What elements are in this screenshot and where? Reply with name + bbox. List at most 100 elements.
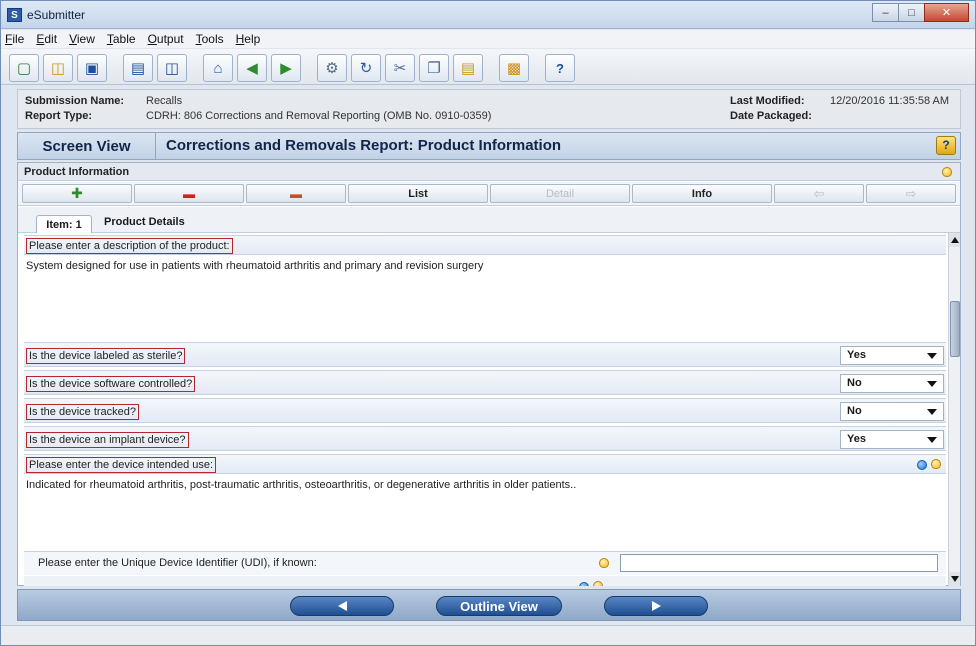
menu-tools[interactable]: Tools xyxy=(196,32,224,46)
eraser-icon: ▬ xyxy=(290,186,302,201)
menu-table[interactable]: Table xyxy=(107,32,136,46)
window-controls: – □ ✕ xyxy=(872,3,969,22)
previous-item-button[interactable]: ⇦ xyxy=(774,184,864,203)
settings-button[interactable]: ⚙ xyxy=(317,54,347,82)
item-title: Product Details xyxy=(104,216,185,228)
help-button[interactable]: ? xyxy=(545,54,575,82)
intended-use-answer[interactable]: Indicated for rheumatoid arthritis, post… xyxy=(26,479,576,491)
copy-icon: ❐ xyxy=(427,59,441,77)
question-label: Please enter the Unique Device Identifie… xyxy=(38,557,317,569)
question-description: Please enter a description of the produc… xyxy=(24,235,946,255)
item-bar: Item: 1 Product Details xyxy=(18,207,960,233)
refresh-icon: ↻ xyxy=(359,59,373,77)
section-header: Product Information xyxy=(18,163,960,181)
add-record-button[interactable]: ✚ xyxy=(22,184,132,203)
chevron-down-icon xyxy=(927,381,937,387)
package-button[interactable]: ▩ xyxy=(499,54,529,82)
select-value: No xyxy=(847,405,862,417)
submission-info: Submission Name: Recalls Report Type: CD… xyxy=(17,89,961,129)
menu-output[interactable]: Output xyxy=(148,32,184,46)
scroll-up-arrow-icon[interactable] xyxy=(949,233,960,247)
cut-button[interactable]: ✂ xyxy=(385,54,415,82)
scroll-down-arrow-icon[interactable] xyxy=(949,572,960,586)
menu-bar: File Edit View Table Output Tools Help xyxy=(1,30,975,48)
info-icon[interactable] xyxy=(579,582,589,586)
next-item-button[interactable]: ⇨ xyxy=(866,184,956,203)
question-label: Is the device tracked? xyxy=(26,404,140,420)
screen-view-button[interactable]: ▤ xyxy=(123,54,153,82)
item-tab[interactable]: Item: 1 xyxy=(36,215,92,233)
open-folder-button[interactable]: ◫ xyxy=(43,54,73,82)
tracked-select[interactable]: No xyxy=(840,402,944,421)
question-tracked: Is the device tracked? No xyxy=(24,398,946,423)
paste-button[interactable]: ▤ xyxy=(453,54,483,82)
new-document-button[interactable]: ▢ xyxy=(9,54,39,82)
next-page-button[interactable] xyxy=(604,596,708,616)
info-icon[interactable] xyxy=(917,460,927,470)
add-icon: ✚ xyxy=(71,185,83,201)
forward-button[interactable]: ▶ xyxy=(271,54,301,82)
list-button[interactable]: List xyxy=(348,184,488,203)
remove-icon: ▬ xyxy=(183,186,195,201)
save-button[interactable]: ▣ xyxy=(77,54,107,82)
help-icon: ? xyxy=(556,60,564,76)
software-select[interactable]: No xyxy=(840,374,944,393)
screen-view-icon: ▤ xyxy=(130,59,146,77)
udi-input[interactable] xyxy=(620,554,938,572)
save-icon: ▣ xyxy=(84,59,100,77)
split-view-icon: ◫ xyxy=(164,59,180,77)
chevron-down-icon xyxy=(927,353,937,359)
question-implant: Is the device an implant device? Yes xyxy=(24,426,946,451)
split-view-button[interactable]: ◫ xyxy=(157,54,187,82)
sterile-select[interactable]: Yes xyxy=(840,346,944,365)
question-sterile: Is the device labeled as sterile? Yes xyxy=(24,342,946,367)
new-document-icon: ▢ xyxy=(16,59,32,77)
menu-view[interactable]: View xyxy=(69,32,95,46)
remove-record-button[interactable]: ▬ xyxy=(134,184,244,203)
prev-arrow-icon: ⇦ xyxy=(813,185,825,201)
question-udi: Please enter the Unique Device Identifie… xyxy=(24,551,946,575)
home-icon: ⌂ xyxy=(213,59,223,77)
maximize-button[interactable]: □ xyxy=(898,3,925,22)
detail-button[interactable]: Detail xyxy=(490,184,630,203)
select-value: Yes xyxy=(847,433,866,445)
status-bar xyxy=(1,625,975,645)
refresh-button[interactable]: ↻ xyxy=(351,54,381,82)
cut-icon: ✂ xyxy=(393,59,407,77)
chevron-down-icon xyxy=(927,437,937,443)
copy-button[interactable]: ❐ xyxy=(419,54,449,82)
application-window: S eSubmitter – □ ✕ File Edit View Table … xyxy=(0,0,976,646)
question-software: Is the device software controlled? No xyxy=(24,370,946,395)
section-title: Product Information xyxy=(24,166,130,178)
home-button[interactable]: ⌂ xyxy=(203,54,233,82)
minimize-button[interactable]: – xyxy=(872,3,899,22)
description-answer[interactable]: System designed for use in patients with… xyxy=(26,260,483,272)
outline-view-button[interactable]: Outline View xyxy=(436,596,562,616)
help-book-icon[interactable]: ? xyxy=(936,136,956,155)
question-intended-use: Please enter the device intended use: xyxy=(24,454,946,474)
hint-lightbulb-icon[interactable] xyxy=(593,581,603,586)
open-folder-icon: ◫ xyxy=(50,59,66,77)
scroll-thumb[interactable] xyxy=(950,301,960,357)
vertical-scrollbar[interactable] xyxy=(948,233,960,586)
date-packaged-label: Date Packaged: xyxy=(730,110,812,122)
implant-select[interactable]: Yes xyxy=(840,430,944,449)
submission-name-value: Recalls xyxy=(146,95,183,107)
back-button[interactable]: ◀ xyxy=(237,54,267,82)
bottom-navigation: Outline View xyxy=(17,589,961,621)
hint-lightbulb-icon[interactable] xyxy=(599,558,609,568)
menu-file[interactable]: File xyxy=(5,32,24,46)
paste-icon: ▤ xyxy=(460,59,476,77)
screen-view-tab[interactable]: Screen View xyxy=(18,133,156,159)
close-button[interactable]: ✕ xyxy=(924,3,969,22)
menu-help[interactable]: Help xyxy=(236,32,261,46)
info-button[interactable]: Info xyxy=(632,184,772,203)
clear-record-button[interactable]: ▬ xyxy=(246,184,346,203)
form-area: Please enter a description of the produc… xyxy=(18,233,960,586)
hint-lightbulb-icon[interactable] xyxy=(942,167,952,177)
select-value: Yes xyxy=(847,349,866,361)
menu-edit[interactable]: Edit xyxy=(36,32,57,46)
question-label: Is the device an implant device? xyxy=(26,432,189,448)
previous-page-button[interactable] xyxy=(290,596,394,616)
hint-lightbulb-icon[interactable] xyxy=(931,459,941,469)
